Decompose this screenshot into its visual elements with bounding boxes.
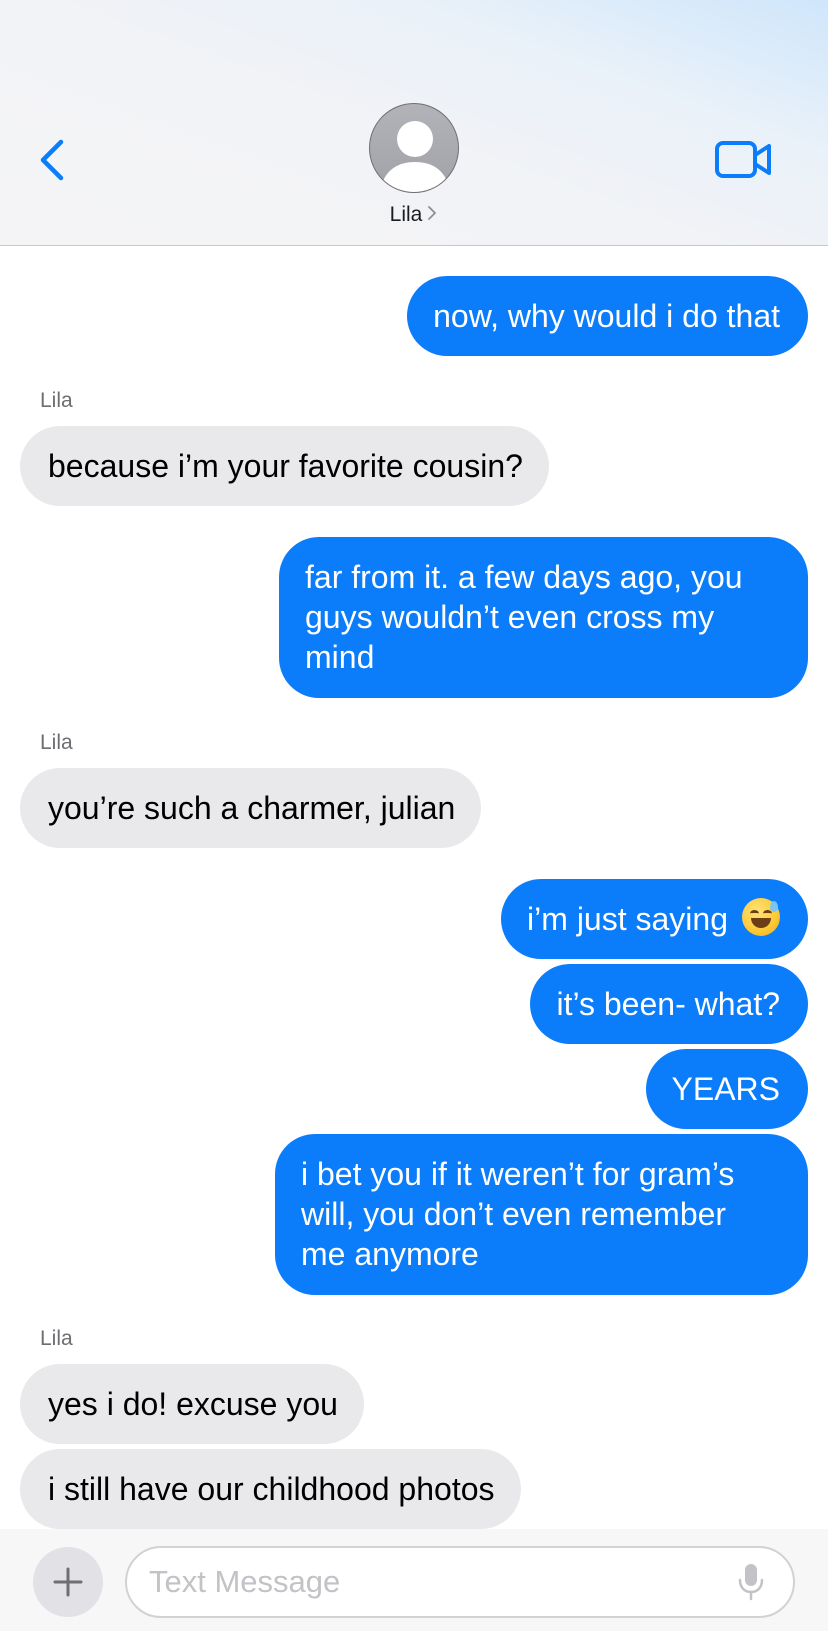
sender-name: Lila <box>40 731 73 754</box>
person-silhouette-icon <box>380 121 450 192</box>
message-line: far from it. a few days ago, you <box>305 559 743 595</box>
sender-name: Lila <box>40 389 73 412</box>
message-bubble-sent[interactable]: now, why would i do that <box>407 276 808 356</box>
message-text: it’s been- what? <box>556 986 780 1022</box>
video-call-button[interactable] <box>714 138 774 184</box>
message-text: because i’m your favorite cousin? <box>48 448 523 484</box>
message-text: i still have our childhood photos <box>48 1471 495 1507</box>
message-text: YEARS <box>671 1071 780 1107</box>
contact-name-label: Lila <box>389 203 423 226</box>
message-line: will, you don’t even remember <box>301 1196 727 1232</box>
message-bubble-sent[interactable]: far from it. a few days ago, you guys wo… <box>279 537 808 698</box>
message-bubble-sent[interactable]: YEARS <box>645 1049 808 1129</box>
message-bubble-received[interactable]: because i’m your favorite cousin? <box>20 426 549 506</box>
message-input[interactable] <box>125 1546 795 1618</box>
message-text: far from it. a few days ago, you guys wo… <box>305 557 743 677</box>
video-camera-icon <box>715 141 771 178</box>
message-text: yes i do! excuse you <box>48 1386 338 1422</box>
microphone-icon <box>738 1564 764 1601</box>
message-bubble-sent[interactable]: it’s been- what? <box>530 964 808 1044</box>
message-bubble-received[interactable]: you’re such a charmer, julian <box>20 768 482 848</box>
back-button[interactable] <box>30 130 80 190</box>
chevron-left-icon <box>40 139 64 181</box>
message-line: guys wouldn’t even cross my <box>305 599 715 635</box>
plus-icon <box>53 1567 83 1597</box>
contact-name-button[interactable]: Lila <box>0 203 828 227</box>
message-bubble-received[interactable]: yes i do! excuse you <box>20 1364 364 1444</box>
message-line: mind <box>305 639 375 675</box>
message-bubble-received[interactable]: i still have our childhood photos <box>20 1449 521 1529</box>
dictation-button[interactable] <box>738 1563 764 1601</box>
message-text: you’re such a charmer, julian <box>48 790 456 826</box>
grinning-face-with-sweat-icon <box>742 898 780 936</box>
add-attachment-button[interactable] <box>33 1547 103 1617</box>
message-bubble-sent[interactable]: i bet you if it weren’t for gram’s will,… <box>275 1134 808 1295</box>
message-line: i bet you if it weren’t for gram’s <box>301 1156 735 1192</box>
chevron-right-icon <box>426 203 438 227</box>
message-line: me anymore <box>301 1236 479 1272</box>
sender-name: Lila <box>40 1327 73 1350</box>
conversation-header: Lila <box>0 0 828 246</box>
message-text: i’m just saying <box>527 901 728 937</box>
message-text: i bet you if it weren’t for gram’s will,… <box>301 1154 734 1274</box>
contact-avatar[interactable] <box>369 103 459 193</box>
message-text: now, why would i do that <box>433 298 780 334</box>
message-bubble-sent[interactable]: i’m just saying <box>501 879 808 959</box>
